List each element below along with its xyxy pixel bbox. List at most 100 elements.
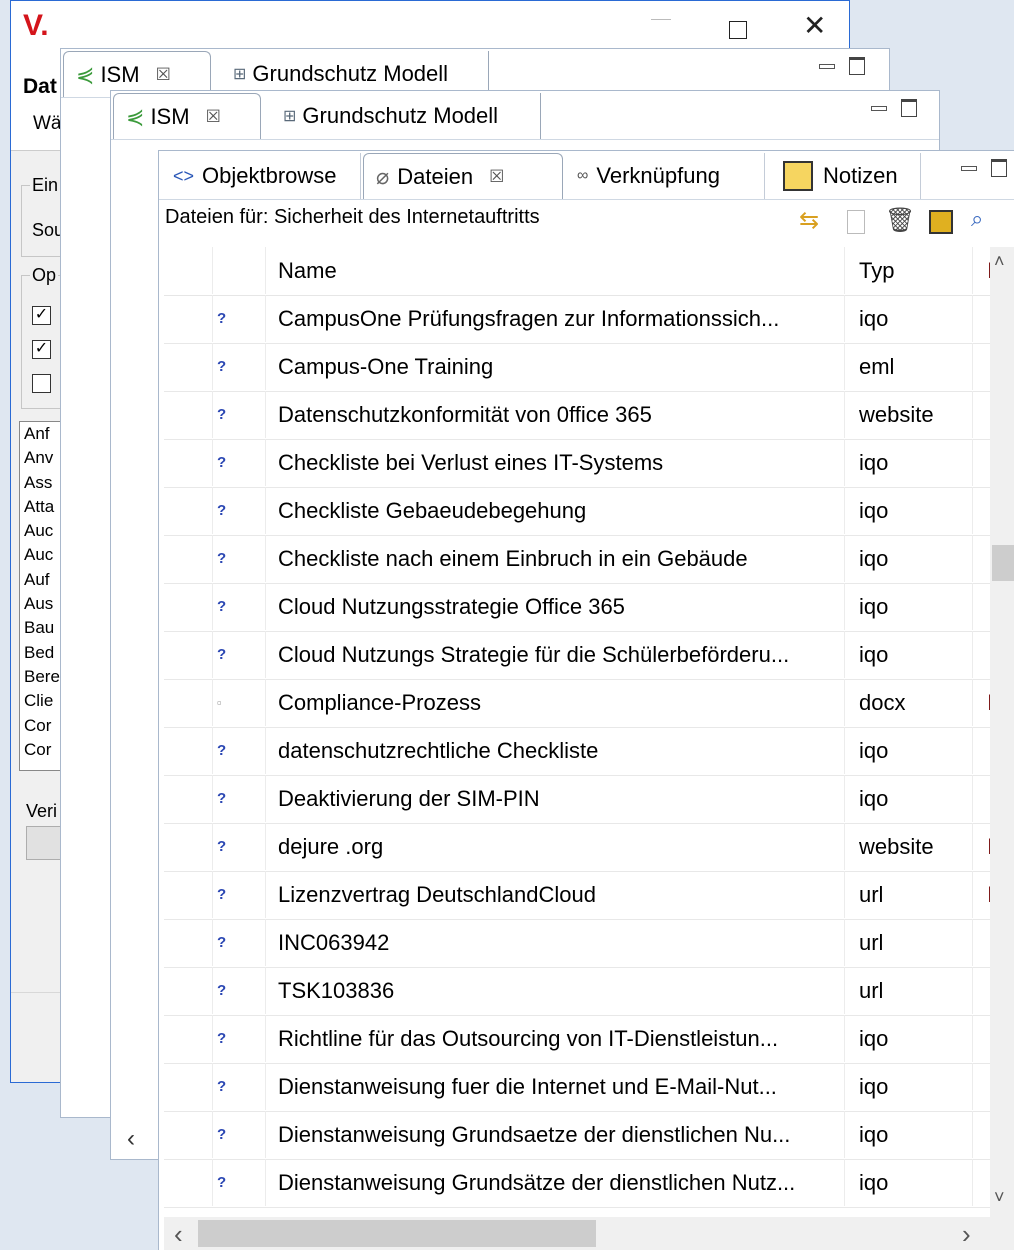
tab-verknuepfung[interactable]: ∞ Verknüpfung (565, 153, 765, 199)
paperclip-icon: ⌀ (376, 163, 390, 189)
help-icon: ? (212, 583, 269, 630)
table-row[interactable]: ? Cloud Nutzungs Strategie für die Schüle… (164, 631, 990, 680)
scroll-right-arrow[interactable]: › (962, 1219, 971, 1250)
tab-notizen[interactable]: Notizen (771, 153, 921, 199)
help-icon: ? (212, 487, 269, 534)
file-extra (972, 535, 990, 582)
tab-close-icon[interactable]: ☒ (156, 65, 171, 85)
table-row[interactable]: ? Checkliste bei Verlust eines IT-Systems… (164, 439, 990, 488)
sync-icon[interactable]: ⇆ (799, 206, 819, 235)
edit-icon[interactable] (929, 210, 953, 234)
file-name: Lizenzvertrag DeutschlandCloud (265, 871, 856, 918)
options-group-label: Op (30, 265, 59, 286)
file-name: Campus-One Training (265, 343, 856, 390)
file-name: Compliance-Prozess (265, 679, 856, 726)
table-row[interactable]: ?Lizenzvertrag DeutschlandCloudurlI (164, 871, 990, 920)
table-row[interactable]: ? Campus-One Training eml (164, 343, 990, 392)
tab-objektbrowser[interactable]: <> Objektbrowse (161, 153, 361, 199)
new-file-icon[interactable] (847, 210, 865, 234)
file-extra (972, 583, 990, 630)
file-name: Deaktivierung der SIM-PIN (265, 775, 856, 822)
dialog-subtitle: Wä (33, 113, 62, 134)
tab-dateien[interactable]: ⌀ Dateien ☒ (363, 153, 563, 199)
file-type: iqo (844, 535, 987, 582)
file-type: website (844, 391, 987, 438)
table-row[interactable]: ? TSK103836 url (164, 967, 990, 1016)
file-extra (972, 1111, 990, 1158)
file-extra (972, 967, 990, 1014)
file-type: iqo (844, 727, 987, 774)
option-checkbox-1[interactable]: ✓ (32, 306, 51, 325)
table-row[interactable]: ? Cloud Nutzungsstrategie Office 365 iqo (164, 583, 990, 632)
tab-close-icon[interactable]: ☒ (489, 167, 504, 187)
file-extra (972, 295, 990, 342)
file-extra (972, 487, 990, 534)
tree-icon: ⊞ (283, 108, 297, 125)
horizontal-scroll-thumb[interactable] (198, 1220, 596, 1247)
table-row[interactable]: ? datenschutzrechtliche Checkliste iqo (164, 727, 990, 776)
view-window-controls[interactable] (871, 97, 917, 118)
search-icon[interactable]: ⌕ (971, 206, 983, 232)
tab-close-icon[interactable]: ☒ (206, 107, 221, 127)
maximize-button[interactable] (729, 21, 747, 39)
table-row[interactable]: ? CampusOne Prüfungsfragen zur Informatio… (164, 295, 990, 344)
table-row[interactable]: ? Richtline für das Outsourcing von IT-Di… (164, 1015, 990, 1064)
table-row[interactable]: ? Deaktivierung der SIM-PIN iqo (164, 775, 990, 824)
table-row[interactable]: ? Dienstanweisung Grundsätze der dienstli… (164, 1159, 990, 1208)
link-icon: ∞ (577, 167, 589, 184)
table-row[interactable]: ? Dienstanweisung Grundsaetze der dienstl… (164, 1111, 990, 1160)
file-name: dejure .org (265, 823, 856, 870)
option-checkbox-3[interactable] (32, 374, 51, 393)
scroll-down-arrow[interactable]: ˅ (994, 1187, 1005, 1208)
file-name: Dienstanweisung fuer die Internet und E-… (265, 1063, 856, 1110)
file-extra (972, 631, 990, 678)
tab-ism[interactable]: ⋞ ISM ☒ (113, 93, 261, 139)
tab-grundschutz[interactable]: ⊞ Grundschutz Modell (271, 93, 541, 139)
view-window-controls[interactable] (961, 157, 1007, 178)
header-name[interactable]: Name (265, 247, 856, 294)
tab-grundschutz-label: Grundschutz Modell (252, 61, 449, 86)
file-name: Checkliste Gebaeudebegehung (265, 487, 856, 534)
file-name: Datenschutzkonformität von 0ffice 365 (265, 391, 856, 438)
file-name: Dienstanweisung Grundsätze der dienstlic… (265, 1159, 856, 1206)
file-type: website (844, 823, 987, 870)
table-row[interactable]: ? Checkliste Gebaeudebegehung iqo (164, 487, 990, 536)
file-type: iqo (844, 1015, 987, 1062)
app-logo: V. (23, 9, 49, 42)
table-row[interactable]: ? Datenschutzkonformität von 0ffice 365 we… (164, 391, 990, 440)
scroll-left-arrow[interactable]: ‹ (127, 1125, 135, 1153)
option-checkbox-2[interactable]: ✓ (32, 340, 51, 359)
help-icon: ? (212, 631, 269, 678)
vertical-scroll-thumb[interactable] (992, 545, 1014, 581)
file-name: datenschutzrechtliche Checkliste (265, 727, 856, 774)
table-row[interactable]: ? Dienstanweisung fuer die Internet und E… (164, 1063, 990, 1112)
table-row[interactable]: ▫Compliance-ProzessdocxI (164, 679, 990, 728)
file-extra: I (972, 823, 990, 870)
help-icon: ? (212, 1159, 269, 1206)
trash-icon[interactable]: 🗑 (885, 206, 915, 235)
scroll-up-arrow[interactable]: ˄ (994, 251, 1005, 272)
horizontal-scrollbar[interactable]: ‹ › (164, 1217, 1014, 1250)
table-row[interactable]: ? Checkliste nach einem Einbruch in ein G… (164, 535, 990, 584)
header-icon-col[interactable] (212, 247, 265, 294)
header-extra[interactable]: I (972, 247, 990, 294)
scroll-left-arrow[interactable]: ‹ (174, 1219, 183, 1250)
help-icon: ? (212, 343, 269, 390)
file-extra (972, 1159, 990, 1206)
table-row[interactable]: ?dejure .orgwebsiteI (164, 823, 990, 872)
header-type[interactable]: Typ (844, 247, 987, 294)
view-window-controls[interactable] (819, 55, 865, 76)
minimize-button[interactable] (651, 19, 671, 20)
vertical-scrollbar[interactable]: ˄ ˅ (990, 247, 1014, 1217)
source-group-label: Ein (30, 175, 61, 196)
verify-label: Veri (26, 801, 58, 821)
file-name: Checkliste nach einem Einbruch in ein Ge… (265, 535, 856, 582)
close-button[interactable]: ✕ (803, 9, 826, 42)
help-icon: ? (212, 871, 269, 918)
ism-icon: ⋞ (76, 61, 95, 87)
table-row[interactable]: ? INC063942 url (164, 919, 990, 968)
file-extra (972, 775, 990, 822)
dialog-title: Dat (23, 75, 57, 98)
file-extra (972, 727, 990, 774)
file-name: Cloud Nutzungsstrategie Office 365 (265, 583, 856, 630)
